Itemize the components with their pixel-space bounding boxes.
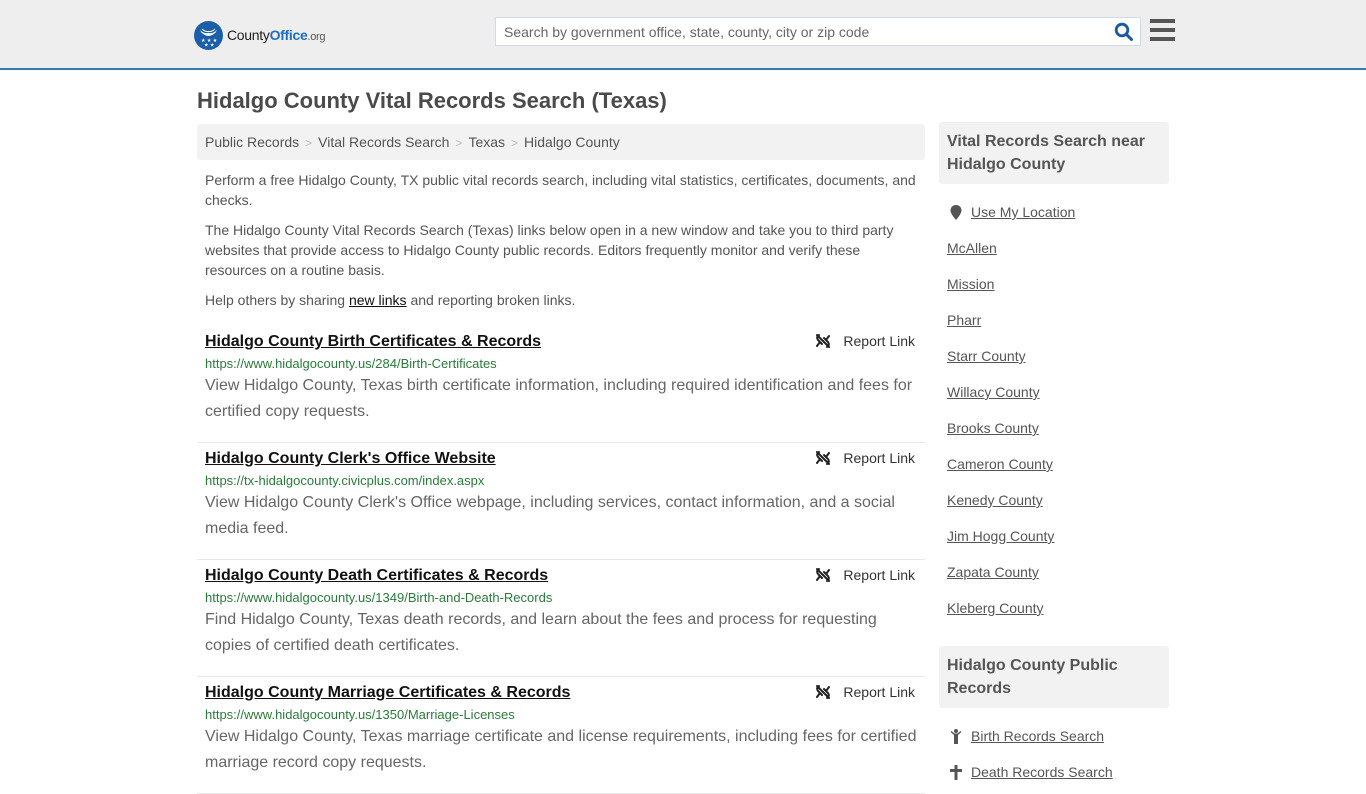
- site-header: ★ ★ ★ ★ ★ CountyOffice.org: [0, 0, 1366, 70]
- nearby-item: Kenedy County: [947, 482, 1161, 518]
- nearby-item: Jim Hogg County: [947, 518, 1161, 554]
- nearby-heading: Vital Records Search near Hidalgo County: [939, 122, 1169, 184]
- result-description: View Hidalgo County, Texas marriage cert…: [205, 728, 917, 771]
- result-url: https://www.hidalgocounty.us/1350/Marria…: [205, 707, 515, 722]
- nearby-item: Mission: [947, 266, 1161, 302]
- use-my-location-link[interactable]: Use My Location: [971, 204, 1075, 220]
- nearby-item: Kleberg County: [947, 590, 1161, 626]
- result-item: Hidalgo County Clerk's Office Website Re…: [197, 443, 925, 560]
- intro-paragraph-3: Help others by sharing new links and rep…: [205, 290, 921, 310]
- search-icon: [1114, 22, 1133, 41]
- nearby-item: Zapata County: [947, 554, 1161, 590]
- intro-paragraph-2: The Hidalgo County Vital Records Search …: [205, 222, 894, 278]
- page-title: Hidalgo County Vital Records Search (Tex…: [197, 88, 667, 113]
- result-title-link[interactable]: Hidalgo County Clerk's Office Website: [205, 450, 496, 468]
- report-link-label: Report Link: [843, 567, 915, 583]
- nearby-item: Cameron County: [947, 446, 1161, 482]
- broken-link-icon: [816, 451, 831, 465]
- breadcrumb-separator: >: [511, 136, 519, 150]
- report-link-label: Report Link: [843, 333, 915, 349]
- nearby-link-kleberg-county[interactable]: Kleberg County: [947, 600, 1044, 616]
- public-records-list: Birth Records Search Death Records Searc…: [939, 708, 1169, 790]
- nearby-item: Starr County: [947, 338, 1161, 374]
- nearby-link-starr-county[interactable]: Starr County: [947, 348, 1026, 364]
- broken-link-icon: [816, 334, 831, 348]
- nearby-item: Brooks County: [947, 410, 1161, 446]
- result-item: Hidalgo County Birth Certificates & Reco…: [197, 326, 925, 443]
- public-records-heading: Hidalgo County Public Records: [939, 646, 1169, 708]
- nearby-link-pharr[interactable]: Pharr: [947, 312, 981, 328]
- nearby-link-willacy-county[interactable]: Willacy County: [947, 384, 1040, 400]
- intro-paragraph-1: Perform a free Hidalgo County, TX public…: [205, 172, 916, 208]
- result-description: View Hidalgo County Clerk's Office webpa…: [205, 494, 895, 537]
- sidebar: Vital Records Search near Hidalgo County…: [939, 122, 1169, 790]
- nearby-item: McAllen: [947, 230, 1161, 266]
- public-records-item: Birth Records Search: [947, 718, 1161, 754]
- result-title-link[interactable]: Hidalgo County Birth Certificates & Reco…: [205, 333, 541, 351]
- public-records-item: Death Records Search: [947, 754, 1161, 790]
- nearby-link-mission[interactable]: Mission: [947, 276, 994, 292]
- hamburger-menu-button[interactable]: [1150, 19, 1175, 41]
- search-input[interactable]: [496, 18, 1106, 45]
- report-link-button[interactable]: Report Link: [815, 450, 915, 466]
- hamburger-menu-icon: [1150, 19, 1175, 23]
- intro-text: Perform a free Hidalgo County, TX public…: [205, 170, 921, 320]
- report-link-label: Report Link: [843, 450, 915, 466]
- search-bar: [495, 17, 1141, 46]
- results-list: Hidalgo County Birth Certificates & Reco…: [197, 326, 925, 794]
- result-url: https://www.hidalgocounty.us/1349/Birth-…: [205, 590, 553, 605]
- result-item: Hidalgo County Marriage Certificates & R…: [197, 677, 925, 794]
- nearby-link-kenedy-county[interactable]: Kenedy County: [947, 492, 1043, 508]
- nearby-link-jim-hogg-county[interactable]: Jim Hogg County: [947, 528, 1054, 544]
- breadcrumb-texas[interactable]: Texas: [468, 134, 505, 150]
- intro-text-fragment: Help others by sharing: [205, 292, 349, 308]
- result-description: View Hidalgo County, Texas birth certifi…: [205, 377, 913, 420]
- nearby-link-mcallen[interactable]: McAllen: [947, 240, 997, 256]
- logo-text: CountyOffice.org: [227, 27, 326, 43]
- result-description: Find Hidalgo County, Texas death records…: [205, 611, 877, 654]
- cross-icon: [947, 764, 965, 780]
- breadcrumb-public-records[interactable]: Public Records: [205, 134, 299, 150]
- site-logo[interactable]: ★ ★ ★ ★ ★ CountyOffice.org: [194, 20, 326, 50]
- result-item: Hidalgo County Death Certificates & Reco…: [197, 560, 925, 677]
- nearby-item: Pharr: [947, 302, 1161, 338]
- intro-text-fragment: and reporting broken links.: [406, 292, 576, 308]
- broken-link-icon: [816, 568, 831, 582]
- birth-records-search-link[interactable]: Birth Records Search: [971, 728, 1104, 744]
- search-button[interactable]: [1114, 22, 1134, 42]
- child-icon: [947, 728, 965, 744]
- broken-link-icon: [816, 685, 831, 699]
- result-url: https://tx-hidalgocounty.civicplus.com/i…: [205, 473, 485, 488]
- new-links-link[interactable]: new links: [349, 292, 407, 308]
- nearby-link-zapata-county[interactable]: Zapata County: [947, 564, 1039, 580]
- nearby-item: Willacy County: [947, 374, 1161, 410]
- report-link-label: Report Link: [843, 684, 915, 700]
- use-my-location-item: Use My Location: [947, 194, 1161, 230]
- eagle-logo-icon: ★ ★ ★ ★ ★: [194, 20, 223, 50]
- report-link-button[interactable]: Report Link: [815, 333, 915, 349]
- menu-bar: [1150, 28, 1175, 32]
- breadcrumb-separator: >: [455, 136, 463, 150]
- result-title-link[interactable]: Hidalgo County Marriage Certificates & R…: [205, 684, 570, 702]
- menu-bar: [1150, 37, 1175, 41]
- result-url: https://www.hidalgocounty.us/284/Birth-C…: [205, 356, 497, 371]
- breadcrumb-hidalgo-county[interactable]: Hidalgo County: [524, 134, 620, 150]
- report-link-button[interactable]: Report Link: [815, 567, 915, 583]
- nearby-link-brooks-county[interactable]: Brooks County: [947, 420, 1039, 436]
- breadcrumb: Public Records > Vital Records Search > Texa…: [197, 124, 925, 160]
- result-title-link[interactable]: Hidalgo County Death Certificates & Reco…: [205, 567, 548, 585]
- breadcrumb-vital-records-search[interactable]: Vital Records Search: [318, 134, 449, 150]
- nearby-list: Use My Location McAllen Mission Pharr St…: [939, 184, 1169, 626]
- nearby-link-cameron-county[interactable]: Cameron County: [947, 456, 1053, 472]
- svg-text:★ ★: ★ ★: [204, 42, 215, 48]
- death-records-search-link[interactable]: Death Records Search: [971, 764, 1113, 780]
- map-marker-icon: [947, 204, 965, 220]
- report-link-button[interactable]: Report Link: [815, 684, 915, 700]
- breadcrumb-separator: >: [305, 136, 313, 150]
